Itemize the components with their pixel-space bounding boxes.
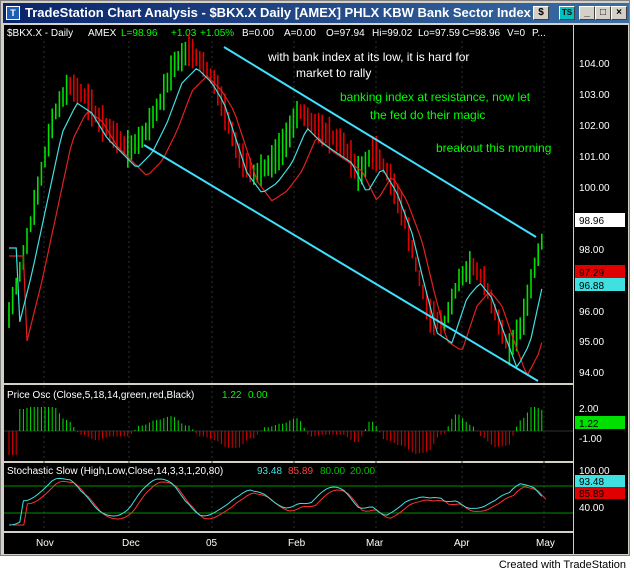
header-ask: A=0.00 [284,28,316,39]
chart-window: T TradeStation Chart Analysis - $BKX.X D… [0,0,630,556]
price-tick: 94.00 [579,368,604,379]
osc-value2: 0.00 [248,390,268,401]
osc-value1: 1.22 [222,390,242,401]
osc-current-label: 1.22 [579,419,599,430]
window-title: TradeStation Chart Analysis - $BKX.X Dai… [25,5,531,20]
price-tick: 102.00 [579,121,610,132]
header-last: L=98.96 [121,28,158,39]
header-open: O=97.94 [326,28,365,39]
time-label: Nov [36,538,54,549]
price-pane[interactable] [4,25,573,383]
header-high: Hi=99.02 [372,28,413,39]
stoch-k-label: 93.48 [579,477,604,488]
header-change-pct: +1.05% [200,28,234,39]
annotation-bank-low-line2: market to rally [296,66,371,80]
stoch-oversold-value: 20.00 [350,466,375,477]
header-symbol: $BKX.X - Daily [7,28,73,39]
annotation-resistance-line2: the fed do their magic [370,108,485,122]
chart-area[interactable]: $BKX.X - Daily AMEX L=98.96 +1.03 +1.05%… [4,25,628,554]
minimize-button[interactable]: _ [579,6,595,20]
time-label: 05 [206,538,218,549]
annotation-breakout: breakout this morning [436,141,551,155]
time-label: Apr [454,538,470,549]
stoch-overbought-value: 80.00 [320,466,345,477]
title-bar[interactable]: T TradeStation Chart Analysis - $BKX.X D… [3,3,629,23]
time-label: Mar [366,538,384,549]
time-label: Dec [122,538,140,549]
header-bid: B=0.00 [242,28,274,39]
osc-tick-top: 2.00 [579,404,599,415]
symbol-link-button[interactable]: $ [533,6,549,20]
price-tick: 98.00 [579,245,604,256]
footer-credit: Created with TradeStation [498,559,626,571]
slow-ma-label: 97.29 [579,268,604,279]
header-more: P... [532,28,546,39]
annotation-bank-low-line1: with bank index at its low, it is hard f… [267,50,469,64]
fast-ma-label: 96.88 [579,281,604,292]
time-label: Feb [288,538,306,549]
tradestation-app-icon: T [6,6,20,20]
time-label: May [536,538,555,549]
stoch-tick-bottom: 40.00 [579,503,604,514]
footer: Created with TradeStation [0,557,634,573]
price-tick: 103.00 [579,90,610,101]
price-tick: 104.00 [579,59,610,70]
tsi-button[interactable]: TS [559,6,575,20]
price-tick: 100.00 [579,183,610,194]
header-low: Lo=97.59 [418,28,460,39]
maximize-button[interactable]: □ [595,6,611,20]
header-close: C=98.96 [462,28,501,39]
stoch-k-value: 93.48 [257,466,282,477]
last-price-label: 98.96 [579,216,604,227]
osc-tick-bottom: -1.00 [579,434,602,445]
header-exchange: AMEX [88,28,117,39]
header-volume: V=0 [507,28,526,39]
header-change: +1.03 [171,28,197,39]
stoch-d-label: 85.89 [579,489,604,500]
annotation-resistance-line1: banking index at resistance, now let [340,90,531,104]
price-tick: 96.00 [579,307,604,318]
osc-title: Price Osc (Close,5,18,14,green,red,Black… [7,390,194,401]
stoch-d-value: 85.89 [288,466,313,477]
price-tick: 95.00 [579,337,604,348]
stoch-title: Stochastic Slow (High,Low,Close,14,3,3,1… [7,466,223,477]
close-button[interactable]: × [611,6,627,20]
price-tick: 101.00 [579,152,610,163]
